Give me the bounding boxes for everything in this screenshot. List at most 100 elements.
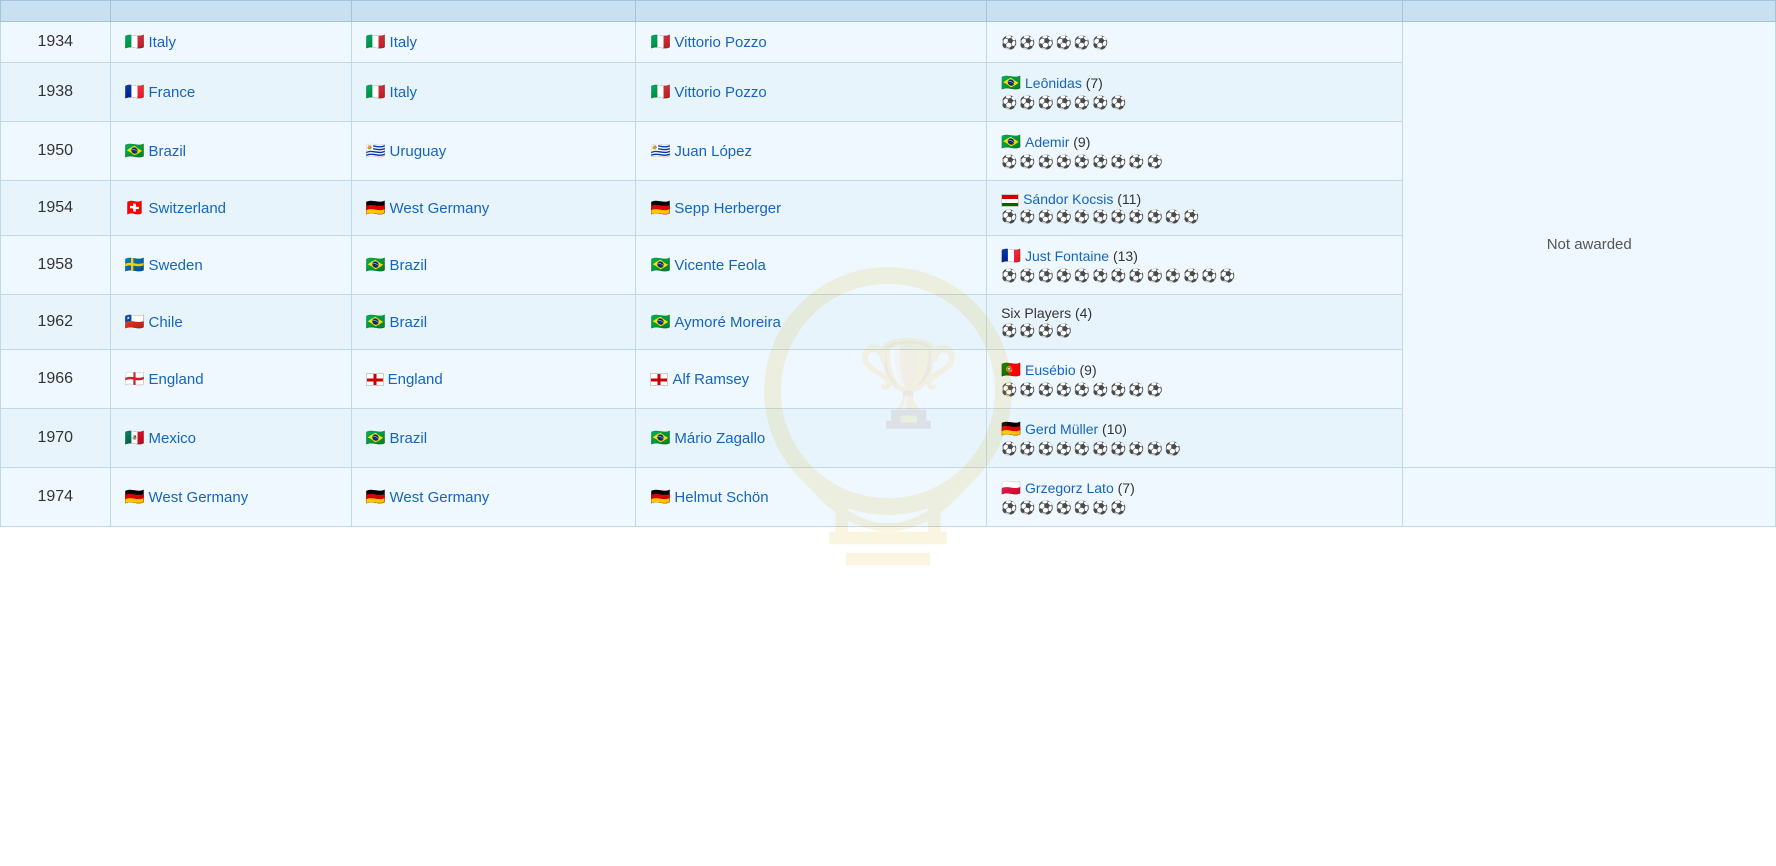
coach-flag: 🇩🇪 (650, 200, 670, 217)
scorer-flag: 🇩🇪 (1001, 421, 1021, 438)
coach-flag: 🇺🇾 (650, 143, 670, 160)
scorer-count: (9) (1080, 362, 1097, 378)
champions-name: Italy (390, 34, 418, 51)
champions-flag: 🇧🇷 (366, 430, 386, 447)
scorer-name: Grzegorz Lato (1025, 480, 1114, 496)
cell-organizer: 🇸🇪Sweden (110, 236, 351, 295)
table-row: 1934🇮🇹Italy🇮🇹Italy🇮🇹Vittorio Pozzo⚽⚽⚽⚽⚽⚽… (1, 22, 1776, 63)
cell-coach: 🇧🇷Vicente Feola (636, 236, 987, 295)
world-cup-table: 1934🇮🇹Italy🇮🇹Italy🇮🇹Vittorio Pozzo⚽⚽⚽⚽⚽⚽… (0, 0, 1776, 527)
champions-flag: 🇮🇹 (366, 84, 386, 101)
cell-coach: 🇩🇪Sepp Herberger (636, 181, 987, 236)
scorer-count: (13) (1113, 248, 1138, 264)
cell-organizer: 🇨🇱Chile (110, 295, 351, 350)
scorer-name: Ademir (1025, 134, 1069, 150)
coach-name: Vicente Feola (674, 257, 765, 274)
organizer-flag: 🇧🇷 (125, 143, 145, 160)
cell-year: 1970 (1, 409, 111, 468)
cell-year: 1954 (1, 181, 111, 236)
scorer-name: Just Fontaine (1025, 248, 1109, 264)
cell-scorer: ⚽⚽⚽⚽⚽⚽ (987, 22, 1403, 63)
scorer-flag: 🇧🇷 (1001, 134, 1021, 151)
cell-champions: 🇩🇪West Germany (351, 468, 636, 527)
coach-flag: 🇧🇷 (650, 314, 670, 331)
organizer-flag: 🇫🇷 (125, 84, 145, 101)
scorer-count: (10) (1102, 421, 1127, 437)
cell-player-award (1403, 468, 1776, 527)
champions-name: Brazil (390, 430, 428, 447)
cell-champions: 🇮🇹Italy (351, 63, 636, 122)
scorer-flag: 🇫🇷 (1001, 248, 1021, 265)
cell-champions: 🇧🇷Brazil (351, 409, 636, 468)
coach-name: Aymoré Moreira (674, 314, 780, 331)
cell-organizer: 🇩🇪West Germany (110, 468, 351, 527)
header-coach (636, 1, 987, 22)
cell-scorer: 🇵🇱Grzegorz Lato (7)⚽⚽⚽⚽⚽⚽⚽ (987, 468, 1403, 527)
scorer-balls: ⚽⚽⚽⚽⚽⚽⚽⚽⚽ (1001, 154, 1388, 170)
champions-name: Brazil (390, 257, 428, 274)
organizer-flag: 🇨🇱 (125, 314, 145, 331)
scorer-balls: ⚽⚽⚽⚽⚽⚽⚽ (1001, 95, 1388, 111)
table-header-row (1, 1, 1776, 22)
organizer-flag: 🇩🇪 (125, 489, 145, 506)
cell-scorer: 🇩🇪Gerd Müller (10)⚽⚽⚽⚽⚽⚽⚽⚽⚽⚽ (987, 409, 1403, 468)
scorer-balls: ⚽⚽⚽⚽⚽⚽⚽⚽⚽⚽ (1001, 441, 1388, 457)
organizer-flag: 🇮🇹 (125, 34, 145, 51)
cell-organizer: 🇫🇷France (110, 63, 351, 122)
cell-scorer: 🇧🇷Ademir (9)⚽⚽⚽⚽⚽⚽⚽⚽⚽ (987, 122, 1403, 181)
cell-year: 1958 (1, 236, 111, 295)
coach-name: Mário Zagallo (674, 430, 765, 447)
coach-name: Sepp Herberger (674, 200, 781, 217)
champions-flag: 🇩🇪 (366, 200, 386, 217)
scorer-balls: ⚽⚽⚽⚽⚽⚽ (1001, 35, 1388, 51)
organizer-flag: 🇸🇪 (125, 257, 145, 274)
header-champions (351, 1, 636, 22)
cell-year: 1966 (1, 350, 111, 409)
cell-champions: 🇮🇹Italy (351, 22, 636, 63)
cell-coach: 🇺🇾Juan López (636, 122, 987, 181)
cell-year: 1950 (1, 122, 111, 181)
cell-organizer: 🇲🇽Mexico (110, 409, 351, 468)
coach-flag: 🇧🇷 (650, 430, 670, 447)
champions-flag: 🇺🇾 (366, 143, 386, 160)
scorer-count: (11) (1117, 191, 1141, 207)
scorer-flag: 🇧🇷 (1001, 75, 1021, 92)
coach-name: Helmut Schön (674, 489, 768, 506)
cell-coach: 🇮🇹Vittorio Pozzo (636, 22, 987, 63)
coach-flag: 🇧🇷 (650, 257, 670, 274)
cell-scorer: 🇫🇷Just Fontaine (13)⚽⚽⚽⚽⚽⚽⚽⚽⚽⚽⚽⚽⚽ (987, 236, 1403, 295)
scorer-name: Leônidas (1025, 75, 1082, 91)
champions-flag: 🇩🇪 (366, 489, 386, 506)
cell-coach: Alf Ramsey (636, 350, 987, 409)
scorer-balls: ⚽⚽⚽⚽ (1001, 323, 1388, 339)
cell-coach: 🇧🇷Mário Zagallo (636, 409, 987, 468)
cell-scorer: Sándor Kocsis (11)⚽⚽⚽⚽⚽⚽⚽⚽⚽⚽⚽ (987, 181, 1403, 236)
coach-flag: 🇮🇹 (650, 34, 670, 51)
table-row: 1974🇩🇪West Germany🇩🇪West Germany🇩🇪Helmut… (1, 468, 1776, 527)
champions-name: Brazil (390, 314, 428, 331)
organizer-flag: 🇨🇭 (125, 200, 145, 217)
header-scorer (987, 1, 1403, 22)
champions-flag: 🇧🇷 (366, 314, 386, 331)
header-year (1, 1, 111, 22)
scorer-count: (7) (1118, 480, 1135, 496)
cell-champions: 🇧🇷Brazil (351, 295, 636, 350)
cell-scorer: 🇵🇹Eusébio (9)⚽⚽⚽⚽⚽⚽⚽⚽⚽ (987, 350, 1403, 409)
champions-name: Uruguay (390, 143, 447, 160)
cell-organizer: 🇮🇹Italy (110, 22, 351, 63)
coach-flag: 🇩🇪 (650, 489, 670, 506)
cell-organizer: 🇨🇭Switzerland (110, 181, 351, 236)
champions-name: West Germany (390, 489, 490, 506)
cell-coach: 🇩🇪Helmut Schön (636, 468, 987, 527)
cell-player-award: Not awarded (1403, 22, 1776, 468)
scorer-name: Sándor Kocsis (1023, 191, 1113, 207)
scorer-flag: 🇵🇹 (1001, 362, 1021, 379)
not-awarded-label: Not awarded (1547, 236, 1632, 253)
cell-champions: 🇧🇷Brazil (351, 236, 636, 295)
champions-name: West Germany (390, 200, 490, 217)
cell-year: 1962 (1, 295, 111, 350)
cell-scorer: 🇧🇷Leônidas (7)⚽⚽⚽⚽⚽⚽⚽ (987, 63, 1403, 122)
champions-name: Italy (390, 84, 418, 101)
cell-organizer: 🇧🇷Brazil (110, 122, 351, 181)
cell-champions: 🇺🇾Uruguay (351, 122, 636, 181)
